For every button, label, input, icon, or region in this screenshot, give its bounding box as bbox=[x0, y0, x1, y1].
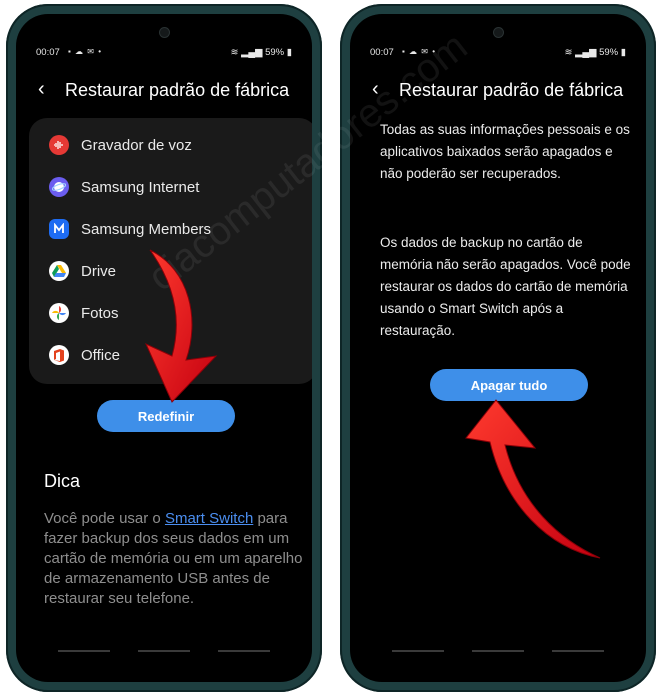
warning-paragraph: Todas as suas informações pessoais e os … bbox=[380, 122, 630, 181]
page-title: Restaurar padrão de fábrica bbox=[65, 80, 290, 100]
app-name: Samsung Members bbox=[81, 221, 212, 238]
info-paragraph: Os dados de backup no cartão de memória … bbox=[380, 235, 631, 338]
navigation-bar bbox=[16, 650, 312, 654]
list-item: Samsung Members bbox=[29, 210, 312, 252]
signal-icon: ▂▄▆ bbox=[241, 47, 263, 58]
google-photos-icon bbox=[49, 303, 69, 323]
notification-icons: ▪ ☁ ✉ • bbox=[402, 47, 437, 56]
front-camera bbox=[160, 28, 169, 37]
notification-icons: ▪ ☁ ✉ • bbox=[68, 47, 103, 56]
office-icon bbox=[49, 345, 69, 365]
front-camera bbox=[494, 28, 503, 37]
app-name: Fotos bbox=[81, 305, 119, 322]
app-name: Drive bbox=[81, 263, 117, 280]
status-time: 00:07 bbox=[36, 47, 60, 58]
list-item: Fotos bbox=[29, 294, 312, 336]
status-bar: 00:07 ▪ ☁ ✉ • ≋ ▂▄▆ 59% ▮ bbox=[370, 47, 626, 61]
status-right: ≋ ▂▄▆ 59% ▮ bbox=[231, 47, 292, 58]
page-header: ‹ Restaurar padrão de fábrica bbox=[16, 76, 312, 106]
battery-icon: ▮ bbox=[286, 47, 292, 58]
samsung-members-icon bbox=[49, 219, 69, 239]
app-list: Gravador de voz Samsung Internet Samsung… bbox=[29, 118, 312, 384]
nav-back[interactable] bbox=[218, 650, 270, 652]
voice-recorder-icon bbox=[49, 135, 69, 155]
signal-icon: ▂▄▆ bbox=[575, 47, 597, 58]
wifi-icon: ≋ bbox=[564, 47, 573, 58]
status-bar: 00:07 ▪ ☁ ✉ • ≋ ▂▄▆ 59% ▮ bbox=[36, 47, 292, 61]
right-phone-frame: 00:07 ▪ ☁ ✉ • ≋ ▂▄▆ 59% ▮ ‹ Restaurar pa… bbox=[340, 4, 656, 692]
status-right: ≋ ▂▄▆ 59% ▮ bbox=[565, 47, 626, 58]
app-name: Office bbox=[81, 347, 120, 364]
reset-button[interactable]: Redefinir bbox=[97, 400, 235, 432]
left-phone-screen: 00:07 ▪ ☁ ✉ • ≋ ▂▄▆ 59% ▮ ‹ Restaurar pa… bbox=[16, 14, 312, 682]
nav-home[interactable] bbox=[472, 650, 524, 652]
back-arrow-icon[interactable]: ‹ bbox=[372, 78, 379, 101]
battery-text: 59% bbox=[599, 47, 619, 58]
page-header: ‹ Restaurar padrão de fábrica bbox=[350, 76, 646, 106]
nav-home[interactable] bbox=[138, 650, 190, 652]
page-title: Restaurar padrão de fábrica bbox=[399, 80, 624, 100]
tip-text-before: Você pode usar o bbox=[44, 510, 165, 527]
erase-all-button[interactable]: Apagar tudo bbox=[430, 369, 588, 401]
tip-title: Dica bbox=[44, 471, 81, 491]
nav-recents[interactable] bbox=[392, 650, 444, 652]
right-phone-screen: 00:07 ▪ ☁ ✉ • ≋ ▂▄▆ 59% ▮ ‹ Restaurar pa… bbox=[350, 14, 646, 682]
app-name: Gravador de voz bbox=[81, 137, 192, 154]
app-name: Samsung Internet bbox=[81, 179, 200, 196]
google-drive-icon bbox=[49, 261, 69, 281]
list-item: Office bbox=[29, 336, 312, 378]
list-item: Drive bbox=[29, 252, 312, 294]
list-item: Samsung Internet bbox=[29, 168, 312, 210]
navigation-bar bbox=[350, 650, 646, 654]
wifi-icon: ≋ bbox=[230, 47, 239, 58]
smart-switch-link[interactable]: Smart Switch bbox=[165, 510, 253, 527]
tip-text: Você pode usar o Smart Switch para fazer… bbox=[44, 509, 312, 609]
battery-icon: ▮ bbox=[620, 47, 626, 58]
battery-text: 59% bbox=[265, 47, 285, 58]
list-item: Gravador de voz bbox=[29, 126, 312, 168]
status-time: 00:07 bbox=[370, 47, 394, 58]
samsung-internet-icon bbox=[49, 177, 69, 197]
nav-recents[interactable] bbox=[58, 650, 110, 652]
left-phone-frame: 00:07 ▪ ☁ ✉ • ≋ ▂▄▆ 59% ▮ ‹ Restaurar pa… bbox=[6, 4, 322, 692]
nav-back[interactable] bbox=[552, 650, 604, 652]
back-arrow-icon[interactable]: ‹ bbox=[38, 78, 45, 101]
